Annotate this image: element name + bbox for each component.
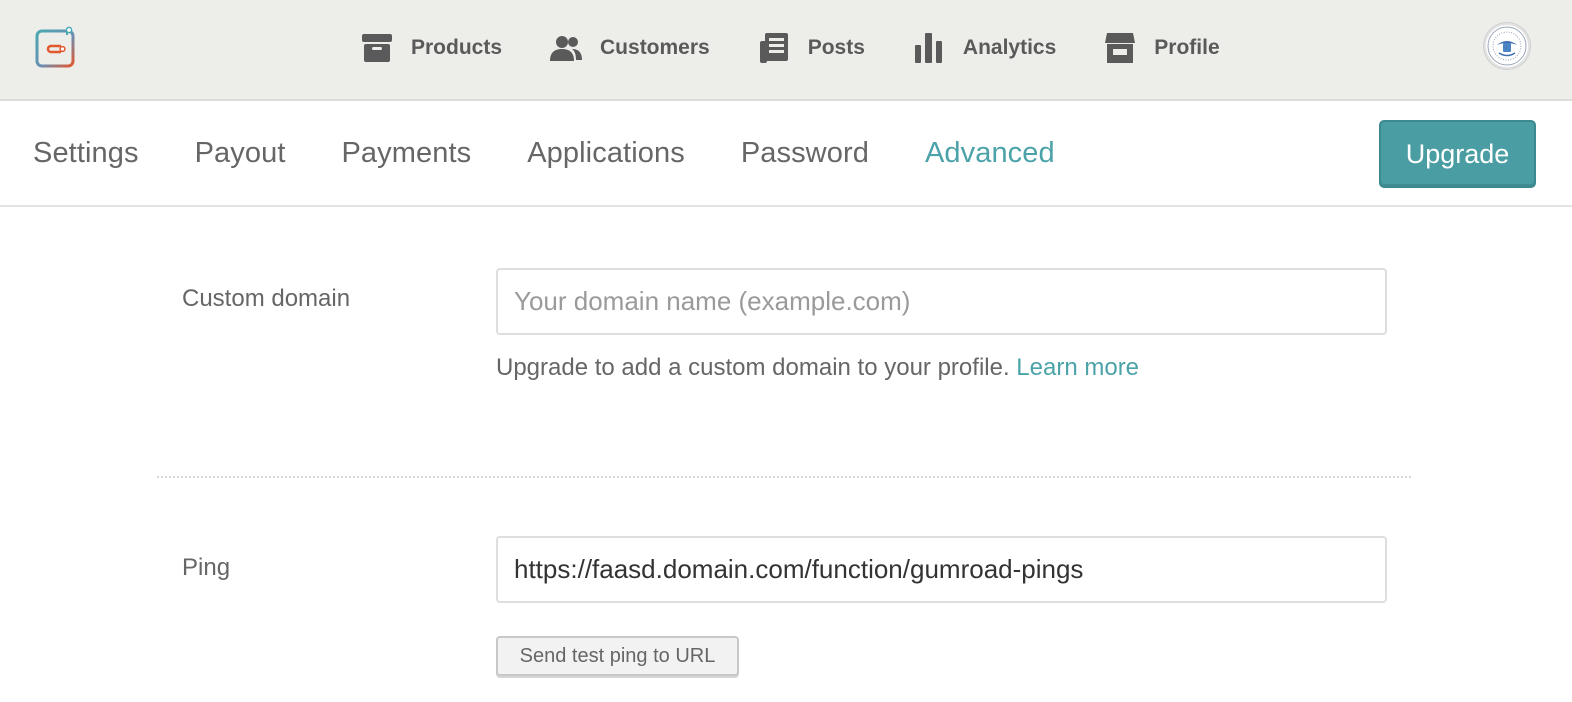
tab-settings[interactable]: Settings: [33, 137, 139, 170]
tab-payout[interactable]: Payout: [195, 137, 286, 170]
seal-icon: [1487, 26, 1527, 66]
tab-advanced[interactable]: Advanced: [925, 137, 1055, 170]
user-avatar[interactable]: [1484, 23, 1530, 69]
nav-profile[interactable]: Profile: [1104, 33, 1220, 63]
bar-chart-icon: [913, 33, 945, 63]
users-icon: [550, 33, 583, 63]
top-navigation-bar: Products Customers Posts Analytics Profi…: [0, 0, 1572, 101]
nav-customers-label: Customers: [600, 36, 710, 59]
nav-profile-label: Profile: [1154, 36, 1220, 59]
app-logo-icon[interactable]: [34, 26, 78, 70]
section-divider: [157, 476, 1411, 478]
custom-domain-label: Custom domain: [182, 285, 351, 312]
send-test-ping-button[interactable]: Send test ping to URL: [496, 636, 739, 676]
custom-domain-input[interactable]: [496, 268, 1387, 335]
nav-posts[interactable]: Posts: [758, 33, 865, 63]
newspaper-icon: [758, 33, 790, 63]
ping-url-input[interactable]: [496, 536, 1387, 603]
main-nav: Products Customers Posts Analytics Profi…: [361, 28, 1268, 68]
tab-password[interactable]: Password: [741, 137, 869, 170]
tab-applications[interactable]: Applications: [527, 137, 685, 170]
upgrade-button[interactable]: Upgrade: [1379, 120, 1536, 188]
custom-domain-help-text: Upgrade to add a custom domain to your p…: [496, 354, 1010, 381]
learn-more-link[interactable]: Learn more: [1016, 354, 1139, 381]
storefront-icon: [1104, 33, 1136, 63]
archive-box-icon: [361, 33, 393, 63]
nav-products[interactable]: Products: [361, 33, 502, 63]
nav-analytics-label: Analytics: [962, 36, 1057, 59]
nav-customers[interactable]: Customers: [550, 33, 710, 63]
nav-posts-label: Posts: [807, 36, 865, 59]
custom-domain-help: Upgrade to add a custom domain to your p…: [496, 354, 1139, 382]
ping-label: Ping: [182, 554, 231, 581]
settings-tabs: Settings Payout Payments Applications Pa…: [33, 102, 1111, 205]
settings-subnav: Settings Payout Payments Applications Pa…: [0, 102, 1572, 207]
nav-analytics[interactable]: Analytics: [913, 33, 1056, 63]
nav-products-label: Products: [411, 36, 503, 59]
tab-payments[interactable]: Payments: [341, 137, 471, 170]
